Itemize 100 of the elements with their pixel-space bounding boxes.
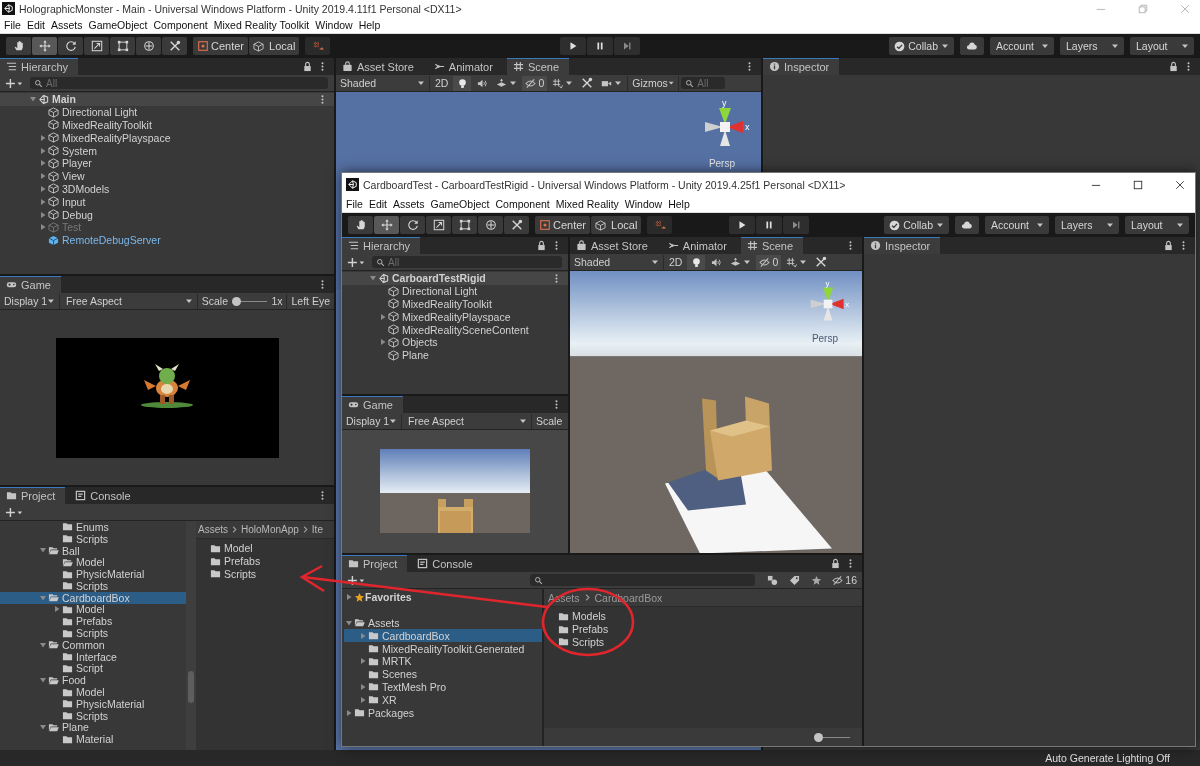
panel-tab[interactable]: Inspector	[763, 58, 840, 75]
hierarchy-item[interactable]: Debug	[0, 208, 334, 221]
layers-dropdown[interactable]: Layers	[1060, 37, 1124, 55]
folder-tree-item[interactable]: Common	[24, 638, 186, 651]
layout-dropdown[interactable]: Layout	[1130, 37, 1194, 55]
collapsed-arrow-icon[interactable]	[38, 183, 48, 194]
shading-dropdown[interactable]: Shaded	[336, 75, 430, 91]
hidden-objects-toggle[interactable]: 0	[756, 254, 782, 270]
scrollbar[interactable]	[186, 521, 196, 750]
collab-dropdown[interactable]: Collab	[884, 216, 949, 234]
search-field[interactable]: All	[30, 77, 328, 89]
hidden-packages-toggle[interactable]: 16	[829, 572, 860, 588]
collapsed-arrow-icon[interactable]	[38, 171, 48, 182]
folder-tree-item[interactable]: CardboardBox	[0, 591, 186, 604]
folder-tree-item[interactable]: Interface	[24, 650, 186, 663]
hierarchy-item[interactable]: 3DModels	[0, 182, 334, 196]
2d-toggle[interactable]: 2D	[432, 75, 452, 91]
lock-icon[interactable]	[830, 558, 841, 569]
eye-dropdown[interactable]: Left Eye	[286, 293, 334, 309]
folder-item[interactable]: Scripts	[210, 567, 334, 581]
folder-tree-item[interactable]: Food	[24, 674, 186, 687]
collab-dropdown[interactable]: Collab	[889, 37, 954, 55]
pivot-button[interactable]: Center	[193, 37, 249, 55]
folder-item[interactable]: Prefabs	[210, 554, 334, 568]
panel-tab[interactable]: Hierarchy	[0, 58, 79, 75]
hierarchy-item[interactable]: Player	[0, 157, 334, 170]
scale-tool-button[interactable]	[84, 37, 109, 55]
transform-tool-button[interactable]	[136, 37, 161, 55]
lock-icon[interactable]	[302, 61, 313, 72]
folder-tree-item[interactable]: Scripts	[24, 532, 186, 545]
pause-button[interactable]	[587, 37, 613, 55]
move-tool-button[interactable]	[32, 37, 57, 55]
pause-button[interactable]	[755, 216, 782, 234]
icon-size-slider[interactable]	[814, 732, 850, 742]
folder-tree-item[interactable]: Prefabs	[24, 615, 186, 628]
panel-tab[interactable]: Animator	[427, 58, 503, 75]
account-dropdown[interactable]: Account	[985, 216, 1049, 234]
hierarchy-item[interactable]: MixedRealityPlayspace	[0, 131, 334, 145]
snap-button[interactable]	[305, 37, 331, 55]
panel-tab[interactable]: Scene	[506, 58, 570, 75]
layers-dropdown[interactable]: Layers	[1055, 216, 1119, 234]
collapsed-arrow-icon[interactable]	[38, 132, 48, 143]
display-dropdown[interactable]: Display 1	[0, 293, 60, 309]
hierarchy-item[interactable]: Input	[0, 195, 334, 209]
account-dropdown[interactable]: Account	[990, 37, 1054, 55]
folder-tree-item[interactable]: Scripts	[24, 627, 186, 639]
breadcrumb-link[interactable]: Assets	[198, 524, 228, 535]
breadcrumb-link[interactable]: Ite	[311, 524, 323, 535]
maximize-icon[interactable]	[1133, 179, 1143, 190]
hierarchy-item[interactable]: View	[0, 169, 334, 183]
menu-item[interactable]: GameObject	[88, 19, 148, 31]
hierarchy-item[interactable]: Directional Light	[0, 105, 334, 119]
hierarchy-item[interactable]: System	[0, 144, 334, 157]
folder-tree-item[interactable]: PhysicMaterial	[24, 568, 186, 580]
lighting-toggle[interactable]	[453, 75, 472, 91]
scale-slider[interactable]	[232, 296, 268, 306]
collapsed-arrow-icon[interactable]	[38, 196, 48, 207]
folder-tree-item[interactable]: Scripts	[24, 709, 186, 722]
collapsed-arrow-icon[interactable]	[38, 158, 48, 169]
menu-item[interactable]: Assets	[51, 19, 83, 31]
folder-item[interactable]: Model	[210, 542, 334, 555]
search-field[interactable]: All	[681, 77, 726, 89]
folder-tree-item[interactable]: Plane	[24, 721, 186, 734]
hierarchy-item[interactable]: MixedRealityToolkit	[0, 118, 334, 132]
menu-item[interactable]: Edit	[26, 19, 45, 31]
cloud-button[interactable]	[960, 37, 984, 55]
menu-item[interactable]: Window	[315, 19, 353, 31]
step-button[interactable]	[782, 216, 809, 234]
panel-tab[interactable]: Asset Store	[336, 58, 424, 75]
folder-tree-item[interactable]: PhysicMaterial	[24, 697, 186, 710]
panel-tab[interactable]: Console	[69, 487, 141, 504]
hierarchy-item[interactable]: RemoteDebugServer	[0, 233, 334, 247]
step-button[interactable]	[614, 37, 640, 55]
collapsed-arrow-icon[interactable]	[38, 209, 48, 220]
folder-tree-item[interactable]: Model	[24, 686, 186, 698]
aspect-dropdown[interactable]: Free Aspect	[62, 293, 198, 309]
collapsed-arrow-icon[interactable]	[52, 604, 62, 615]
panel-tab[interactable]: Game	[0, 276, 61, 293]
space-button[interactable]: Local	[249, 37, 300, 55]
folder-tree-item[interactable]: Scripts	[24, 580, 186, 592]
hand-tool-button[interactable]	[6, 37, 31, 55]
hidden-objects-toggle[interactable]: 0	[522, 75, 548, 91]
folder-tree-item[interactable]: Material	[24, 733, 186, 746]
play-button[interactable]	[560, 37, 586, 55]
panel-tab[interactable]: Inspector	[864, 237, 941, 254]
custom-tool-button[interactable]	[162, 37, 187, 55]
menu-item[interactable]: File	[4, 19, 21, 31]
camera-mode-label[interactable]: Persp	[811, 333, 838, 344]
folder-tree-item[interactable]: Ball	[24, 544, 186, 557]
panel-tab[interactable]: Project	[0, 487, 66, 504]
collapsed-arrow-icon[interactable]	[38, 145, 48, 156]
layout-dropdown[interactable]: Layout	[1125, 216, 1189, 234]
folder-tree-item[interactable]: Model	[24, 603, 186, 616]
scene-row[interactable]: Main	[0, 93, 334, 106]
menu-item[interactable]: Component	[153, 19, 208, 31]
rect-tool-button[interactable]	[110, 37, 135, 55]
lock-icon[interactable]	[1168, 61, 1179, 72]
gizmos-dropdown[interactable]: Gizmos	[627, 75, 680, 91]
menu-item[interactable]: Mixed Reality Toolkit	[213, 19, 310, 31]
breadcrumb-link[interactable]: HoloMonApp	[241, 524, 299, 535]
